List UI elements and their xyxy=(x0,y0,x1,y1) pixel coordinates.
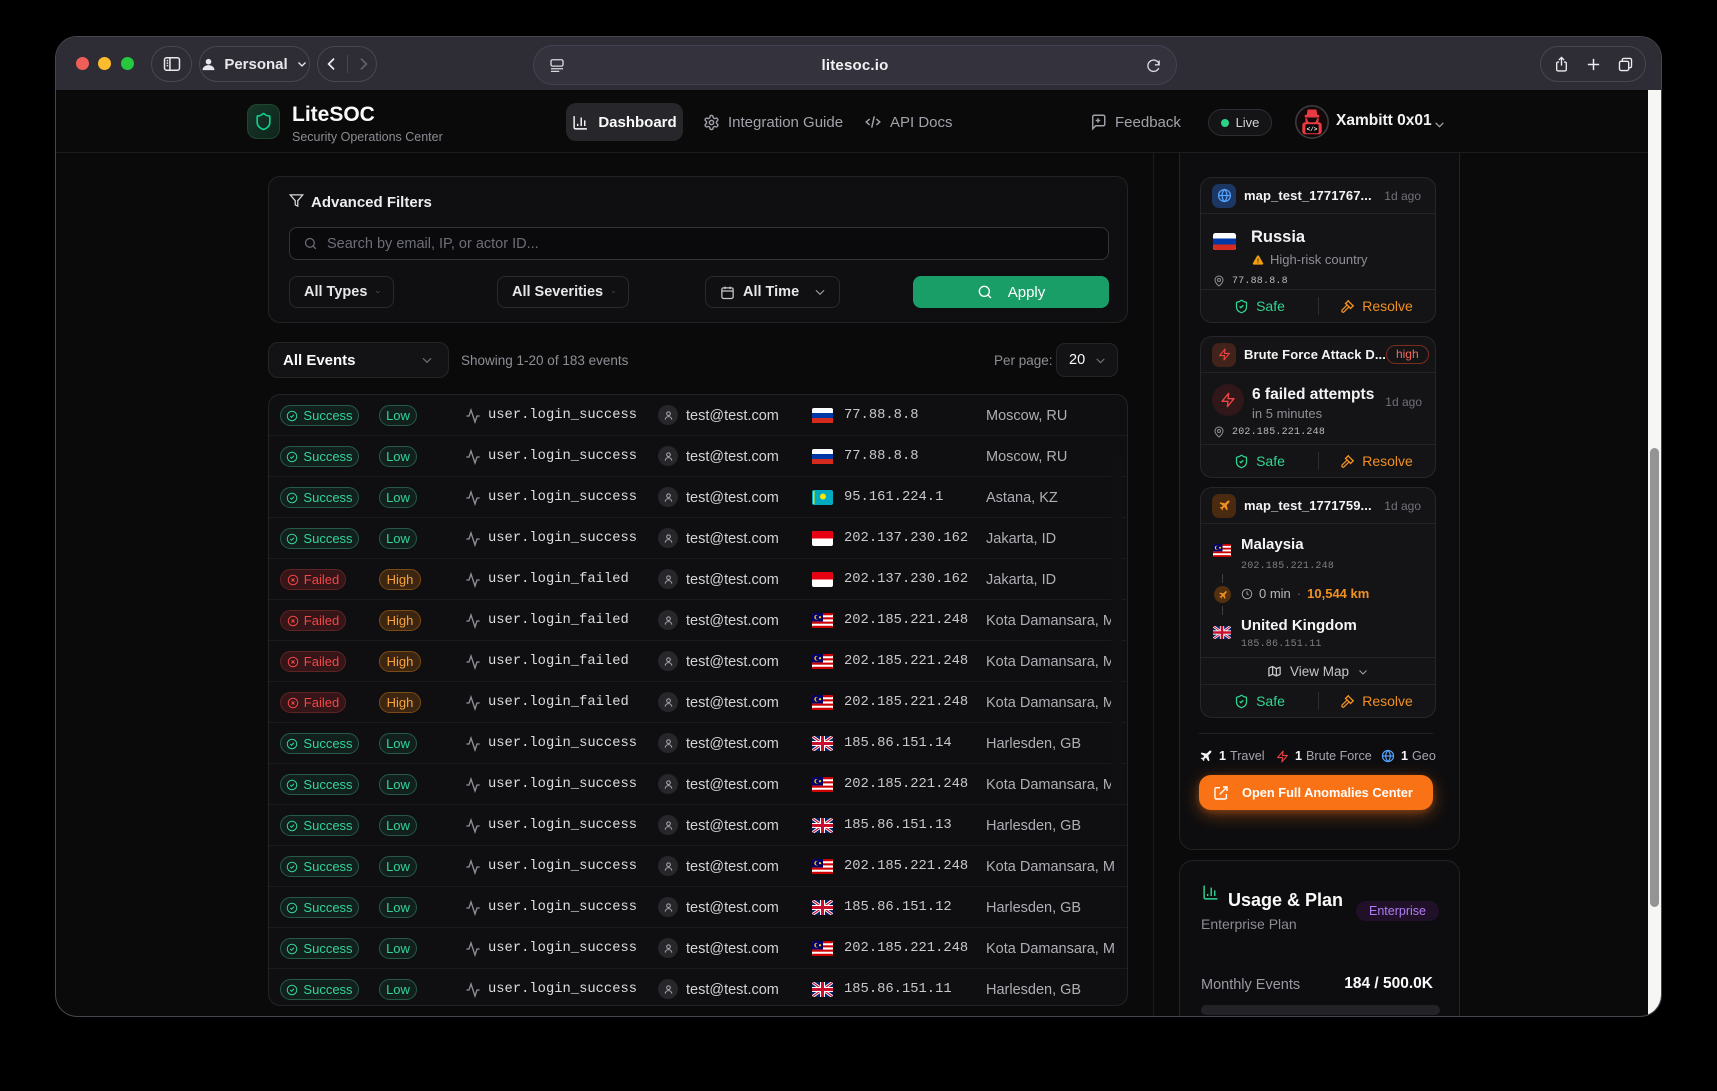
svg-text:</>: </> xyxy=(1307,126,1318,133)
